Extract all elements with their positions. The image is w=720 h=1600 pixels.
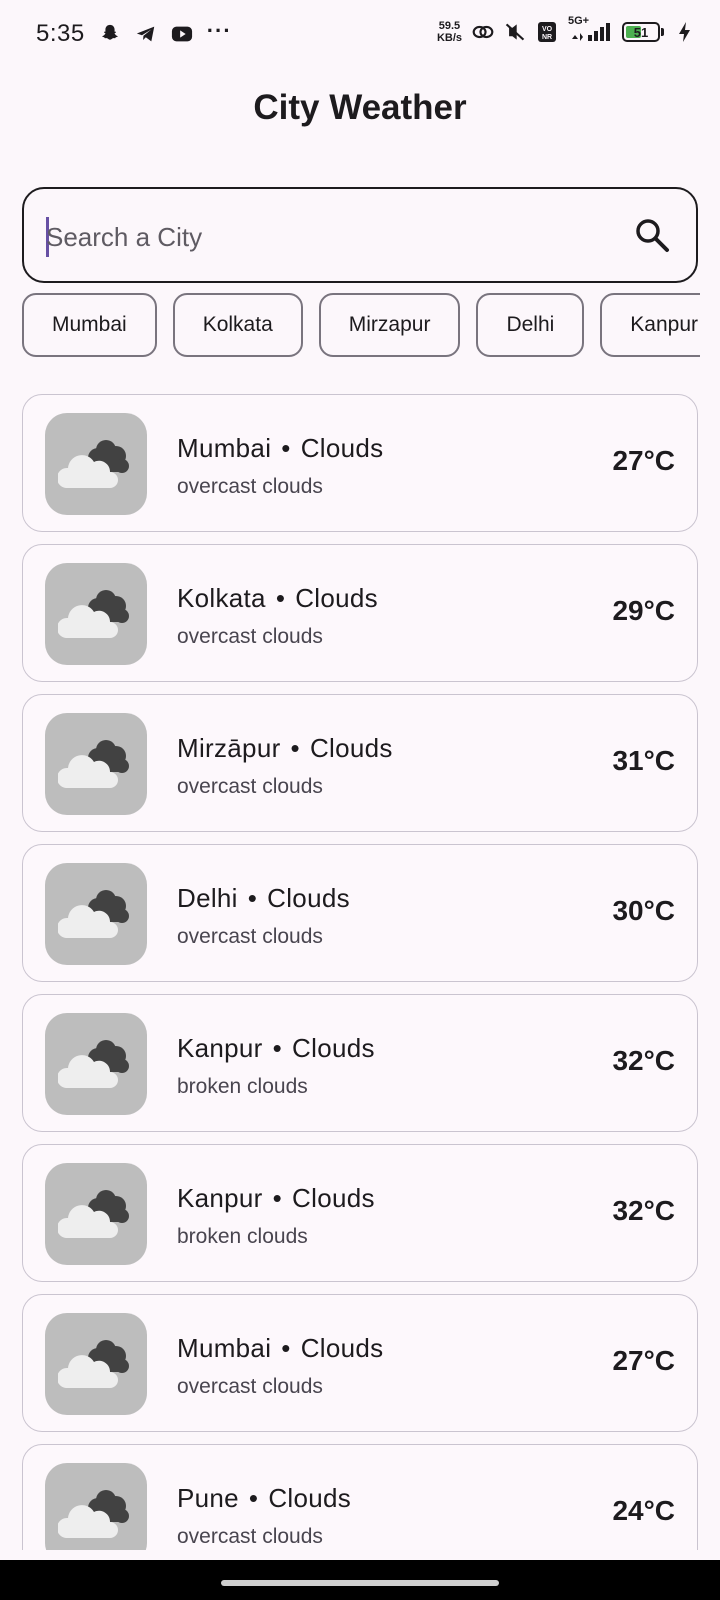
link-icon	[472, 21, 494, 43]
weather-title: Kolkata • Clouds	[177, 583, 378, 614]
weather-title: Kanpur • Clouds	[177, 1183, 375, 1214]
battery-level: 51	[633, 24, 649, 40]
snapchat-icon	[99, 23, 121, 45]
bullet-separator: •	[272, 1183, 283, 1213]
bullet-separator: •	[281, 1333, 291, 1363]
weather-card[interactable]: Delhi • Clouds overcast clouds 30°C	[22, 844, 698, 982]
vonr-icon: VO NR	[536, 21, 558, 43]
bullet-separator: •	[290, 733, 300, 763]
weather-description: overcast clouds	[177, 625, 323, 648]
weather-condition: Clouds	[268, 1483, 352, 1513]
chip-mumbai[interactable]: Mumbai	[22, 293, 157, 357]
weather-description: overcast clouds	[177, 1375, 323, 1398]
weather-city: Kanpur	[177, 1183, 263, 1213]
weather-condition: Clouds	[300, 1333, 384, 1363]
net-speed-value: 59.5	[438, 20, 461, 32]
bullet-separator: •	[281, 433, 291, 463]
weather-city: Mumbai	[177, 1333, 272, 1363]
weather-condition: Clouds	[292, 1033, 375, 1063]
weather-title: Kanpur • Clouds	[177, 1033, 375, 1064]
weather-city: Pune	[177, 1483, 239, 1513]
weather-temperature: 29°C	[612, 595, 675, 626]
city-chips: Mumbai Kolkata Mirzapur Delhi Kanpur	[22, 293, 700, 359]
weather-city: Mirzāpur	[177, 733, 281, 763]
weather-condition: Clouds	[309, 733, 393, 763]
svg-text:VO: VO	[542, 26, 553, 33]
weather-temperature: 27°C	[612, 1345, 675, 1376]
net-speed-unit: KB/s	[436, 32, 462, 44]
bullet-separator: •	[272, 1033, 283, 1063]
weather-card[interactable]: Kolkata • Clouds overcast clouds 29°C	[22, 544, 698, 682]
chip-mirzapur[interactable]: Mirzapur	[318, 293, 461, 357]
weather-condition: Clouds	[295, 583, 378, 613]
navigation-bar	[0, 1560, 720, 1600]
weather-temperature: 32°C	[612, 1195, 675, 1226]
network-type: 5G+	[568, 15, 590, 27]
weather-description: overcast clouds	[177, 925, 323, 948]
battery-icon: 51	[622, 22, 664, 42]
cloud-icon	[45, 563, 147, 665]
cloud-icon	[45, 713, 147, 815]
weather-description: broken clouds	[177, 1225, 308, 1248]
svg-text:NR: NR	[542, 34, 552, 41]
weather-card[interactable]: Mumbai • Clouds overcast clouds 27°C	[22, 394, 698, 532]
signal-icon: 5G+	[568, 15, 612, 43]
bullet-separator: •	[248, 1483, 259, 1513]
status-time: 5:35	[36, 20, 85, 47]
telegram-icon	[135, 23, 157, 45]
net-speed: 59.5 KB/s	[437, 20, 462, 44]
weather-list: Mumbai • Clouds overcast clouds 27°C Kolkata •…	[22, 394, 700, 1550]
status-right: 59.5 KB/s VO NR 5G+ 51	[437, 15, 696, 44]
mute-icon	[504, 21, 526, 43]
weather-title: Mumbai • Clouds	[177, 433, 383, 464]
more-icon: ···	[206, 18, 232, 43]
weather-condition: Clouds	[267, 883, 350, 913]
weather-title: Delhi • Clouds	[177, 883, 350, 914]
weather-description: overcast clouds	[177, 775, 323, 798]
weather-temperature: 30°C	[612, 895, 675, 926]
chip-kolkata[interactable]: Kolkata	[172, 293, 303, 357]
chip-kanpur[interactable]: Kanpur	[600, 293, 700, 357]
cloud-icon	[45, 863, 147, 965]
weather-city: Kolkata	[177, 583, 266, 613]
weather-description: overcast clouds	[177, 1525, 323, 1548]
search-icon[interactable]	[632, 215, 672, 255]
cloud-icon	[45, 1313, 147, 1415]
youtube-icon	[171, 23, 193, 45]
cloud-icon	[45, 1163, 147, 1265]
weather-city: Mumbai	[177, 433, 272, 463]
chip-row: Mumbai Kolkata Mirzapur Delhi Kanpur	[22, 293, 700, 357]
weather-title: Pune • Clouds	[177, 1483, 351, 1514]
weather-card[interactable]: Kanpur • Clouds broken clouds 32°C	[22, 1144, 698, 1282]
weather-temperature: 32°C	[612, 1045, 675, 1076]
weather-condition: Clouds	[300, 433, 384, 463]
cloud-icon	[45, 1463, 147, 1550]
weather-card[interactable]: Kanpur • Clouds broken clouds 32°C	[22, 994, 698, 1132]
page-title: City Weather	[253, 88, 467, 127]
weather-city: Kanpur	[177, 1033, 263, 1063]
weather-description: broken clouds	[177, 1075, 308, 1098]
status-bar: 5:35 ··· 59.5 KB/s VO NR 5G+ 51	[0, 0, 720, 72]
bullet-separator: •	[247, 883, 258, 913]
charging-icon	[674, 21, 696, 43]
weather-title: Mirzāpur • Clouds	[177, 733, 393, 764]
home-handle[interactable]	[221, 1580, 499, 1586]
weather-title: Mumbai • Clouds	[177, 1333, 383, 1364]
weather-temperature: 27°C	[612, 445, 675, 476]
chip-delhi[interactable]: Delhi	[476, 293, 585, 357]
cloud-icon	[45, 413, 147, 515]
weather-temperature: 31°C	[612, 745, 675, 776]
weather-card[interactable]: Pune • Clouds overcast clouds 24°C	[22, 1444, 698, 1550]
weather-condition: Clouds	[292, 1183, 375, 1213]
weather-description: overcast clouds	[177, 475, 323, 498]
cloud-icon	[45, 1013, 147, 1115]
weather-card[interactable]: Mirzāpur • Clouds overcast clouds 31°C	[22, 694, 698, 832]
bullet-separator: •	[275, 583, 286, 613]
search-input[interactable]	[44, 211, 608, 263]
search-box[interactable]	[22, 187, 698, 283]
weather-temperature: 24°C	[612, 1495, 675, 1526]
status-left: 5:35 ···	[36, 18, 232, 48]
weather-city: Delhi	[177, 883, 238, 913]
weather-card[interactable]: Mumbai • Clouds overcast clouds 27°C	[22, 1294, 698, 1432]
